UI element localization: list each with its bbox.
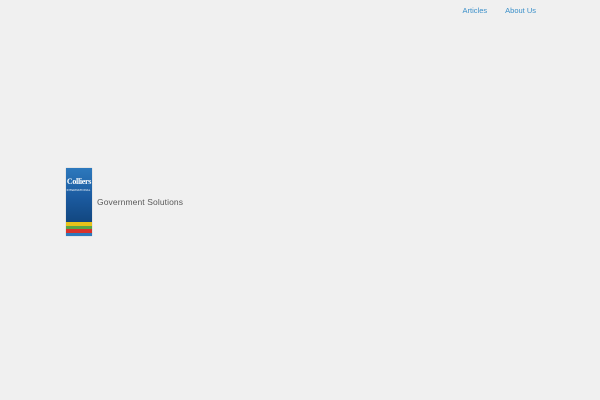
top-nav: Articles About Us (463, 6, 536, 15)
logo-stripe-blue (66, 232, 92, 236)
page: Articles About Us Colliers INTERNATIONAL… (0, 0, 600, 400)
logo-wordmark: Colliers (66, 177, 92, 186)
logo-mark: Colliers INTERNATIONAL (66, 168, 92, 222)
site-tagline: Government Solutions (97, 197, 184, 207)
colliers-logo[interactable]: Colliers INTERNATIONAL (66, 168, 92, 236)
nav-link-articles[interactable]: Articles (463, 6, 488, 15)
nav-link-about-us[interactable]: About Us (505, 6, 536, 15)
brand[interactable]: Colliers INTERNATIONAL Government Soluti… (66, 168, 183, 236)
logo-subtitle: INTERNATIONAL (67, 188, 91, 192)
